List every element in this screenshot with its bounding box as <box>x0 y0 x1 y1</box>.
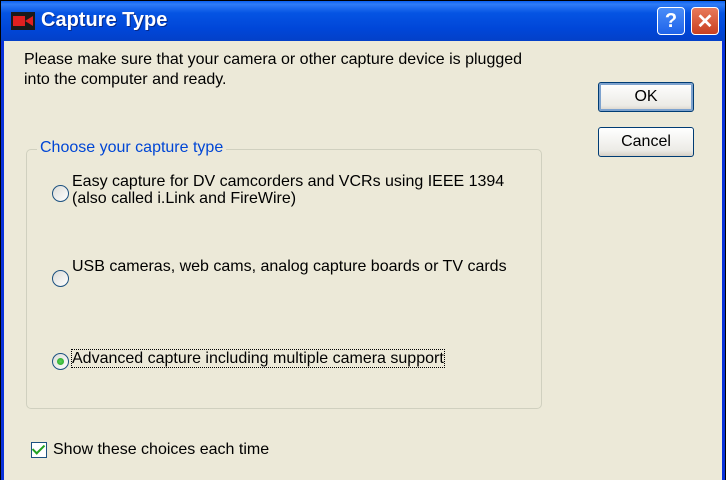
checkmark-icon <box>31 441 46 455</box>
title-bar[interactable]: Capture Type ? ✕ <box>1 1 725 41</box>
ok-button[interactable]: OK <box>598 82 694 112</box>
radio-dv-capture[interactable] <box>52 185 69 202</box>
close-icon: ✕ <box>696 10 714 33</box>
option-label: Advanced capture including multiple came… <box>71 349 445 368</box>
show-choices-option[interactable]: Show these choices each time <box>31 441 269 459</box>
video-camera-icon <box>11 12 35 30</box>
capture-type-dialog: Capture Type ? ✕ Please make sure that y… <box>0 0 726 480</box>
option-label: Easy capture for DV camcorders and VCRs … <box>72 173 505 207</box>
capture-type-group: Choose your capture type Easy capture fo… <box>26 139 542 409</box>
close-button[interactable]: ✕ <box>691 7 719 35</box>
option-usb-capture[interactable]: USB cameras, web cams, analog capture bo… <box>52 258 512 287</box>
option-dv-capture[interactable]: Easy capture for DV camcorders and VCRs … <box>52 173 512 207</box>
group-label: Choose your capture type <box>37 139 227 157</box>
radio-usb-capture[interactable] <box>52 270 69 287</box>
show-choices-checkbox[interactable] <box>31 441 47 458</box>
option-advanced-capture[interactable]: Advanced capture including multiple came… <box>52 341 445 370</box>
window-title: Capture Type <box>41 9 168 31</box>
cancel-button[interactable]: Cancel <box>598 127 694 157</box>
radio-advanced-capture[interactable] <box>52 353 69 370</box>
dialog-body: Please make sure that your camera or oth… <box>4 41 722 480</box>
intro-text: Please make sure that your camera or oth… <box>24 51 523 88</box>
help-icon: ? <box>664 9 678 32</box>
option-label: USB cameras, web cams, analog capture bo… <box>72 258 507 275</box>
show-choices-label: Show these choices each time <box>53 441 270 458</box>
help-button[interactable]: ? <box>657 7 685 35</box>
